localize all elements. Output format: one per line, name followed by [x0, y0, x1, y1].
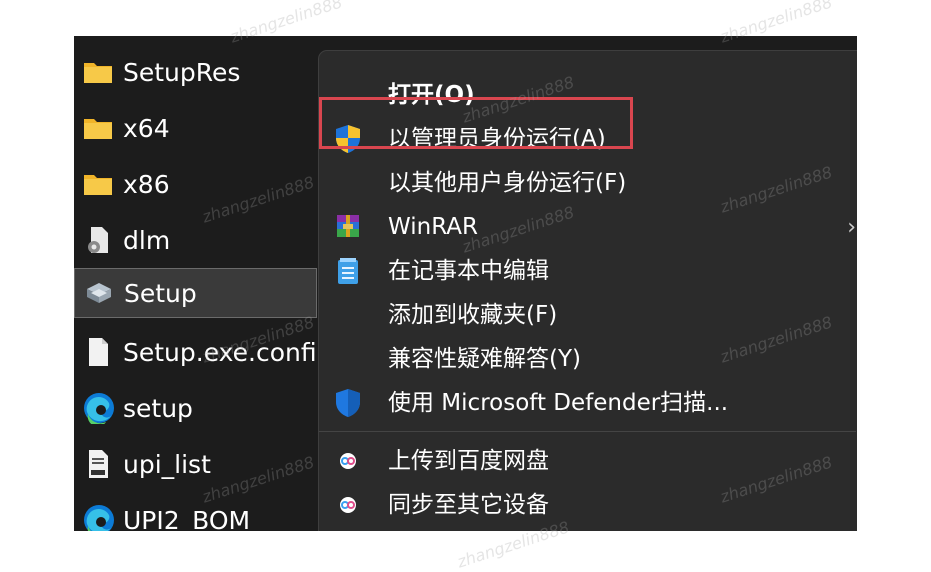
menu-item-label: 同步至其它设备 [388, 491, 549, 518]
menu-item-winrar[interactable]: WinRAR › [319, 207, 856, 247]
file-name: upi_list [123, 449, 211, 479]
baidu-netdisk-icon [331, 444, 365, 478]
menu-item-label: 兼容性疑难解答(Y) [388, 345, 581, 372]
file-row-upi-list[interactable]: upi_list [74, 440, 317, 488]
menu-item-label: 以其他用户身份运行(F) [388, 169, 627, 196]
menu-item-add-to-favorites[interactable]: 添加到收藏夹(F) [319, 295, 856, 335]
file-list: SetupRes x64 x86 dlm Setup Setup.exe.con… [74, 40, 333, 531]
menu-item-label: 在记事本中编辑 [388, 257, 549, 284]
menu-item-troubleshoot-compatibility[interactable]: 兼容性疑难解答(Y) [319, 339, 856, 379]
winrar-icon [331, 210, 365, 244]
file-name: setup [123, 393, 193, 423]
menu-item-label: 使用 Microsoft Defender扫描... [388, 389, 729, 416]
chevron-right-icon: › [847, 214, 856, 240]
page: SetupRes x64 x86 dlm Setup Setup.exe.con… [0, 0, 931, 572]
settings-file-icon [83, 224, 113, 256]
file-name: dlm [123, 225, 171, 255]
menu-item-sync-other-devices[interactable]: 同步至其它设备 [319, 485, 856, 525]
file-row-setup-exe-config[interactable]: Setup.exe.config [74, 328, 333, 376]
file-name: Setup [124, 278, 197, 308]
menu-item-defender-scan[interactable]: 使用 Microsoft Defender扫描... [319, 383, 856, 423]
folder-icon [83, 56, 113, 88]
setup-icon [84, 277, 114, 309]
menu-item-label: 打开(O) [388, 81, 475, 108]
file-name: x86 [123, 169, 170, 199]
uac-shield-icon [331, 122, 365, 156]
menu-item-label: 上传到百度网盘 [388, 447, 549, 474]
file-name: SetupRes [123, 57, 241, 87]
file-name: UPI2_BOM [123, 505, 251, 532]
explorer-window: SetupRes x64 x86 dlm Setup Setup.exe.con… [74, 36, 857, 531]
baidu-netdisk-icon [331, 488, 365, 522]
file-row-x64[interactable]: x64 [74, 104, 317, 152]
json-file-icon [83, 448, 113, 480]
file-name: Setup.exe.config [123, 337, 333, 367]
file-row-x86[interactable]: x86 [74, 160, 317, 208]
file-row-setup-edge[interactable]: setup [74, 384, 317, 432]
menu-item-label: 以管理员身份运行(A) [388, 125, 606, 152]
defender-icon [331, 386, 365, 420]
menu-separator [319, 431, 856, 432]
file-name: x64 [123, 113, 170, 143]
edge-icon [83, 504, 114, 531]
edge-icon [83, 392, 114, 427]
blank-file-icon [83, 336, 113, 368]
menu-item-label: WinRAR [388, 213, 478, 240]
notepad-icon [331, 254, 365, 288]
menu-item-label: 添加到收藏夹(F) [388, 301, 558, 328]
file-row-setupres[interactable]: SetupRes [74, 48, 317, 96]
folder-icon [83, 168, 113, 200]
file-row-dlm[interactable]: dlm [74, 216, 317, 264]
menu-item-open[interactable]: 打开(O) [319, 75, 856, 115]
menu-item-run-as-admin[interactable]: 以管理员身份运行(A) [319, 119, 856, 159]
file-row-setup-selected[interactable]: Setup [74, 268, 317, 318]
menu-item-edit-in-notepad[interactable]: 在记事本中编辑 [319, 251, 856, 291]
file-row-upi2-bom[interactable]: UPI2_BOM [74, 496, 317, 531]
menu-item-upload-baidu[interactable]: 上传到百度网盘 [319, 441, 856, 481]
context-menu: 打开(O) 以管理员身份运行(A) 以其他用户身份运行(F) WinRAR › [318, 50, 857, 531]
menu-item-run-as-other-user[interactable]: 以其他用户身份运行(F) [319, 163, 856, 203]
folder-icon [83, 112, 113, 144]
